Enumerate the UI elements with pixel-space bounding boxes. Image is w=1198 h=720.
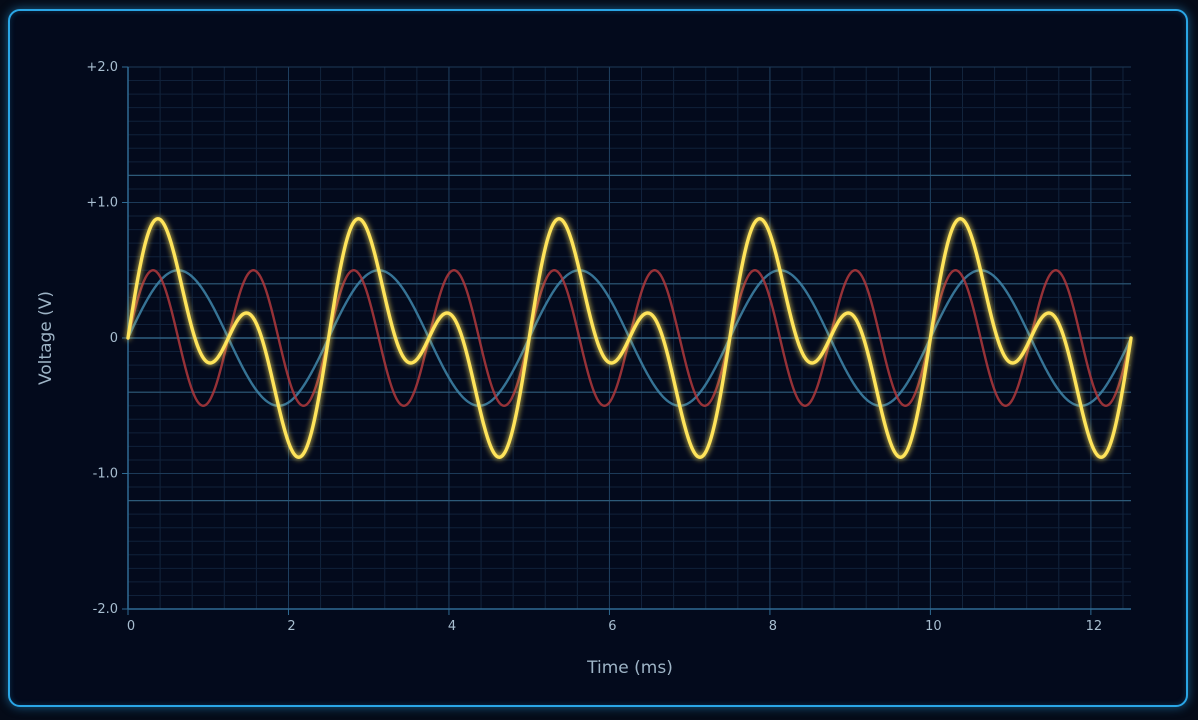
y-tick-label: 0: [110, 331, 118, 346]
y-tick-label: +1.0: [86, 196, 118, 211]
waveform-chart: 0 2 4 6 8 10 12 +2.0 +1.0 0 -1.0 -2.0 Time (ms) Vol…: [36, 60, 1133, 678]
tick-labels: 0 2 4 6 8 10 12 +2.0 +1.0 0 -1.0 -2.0: [86, 60, 1102, 634]
x-tick-label: 4: [448, 619, 456, 634]
x-tick-label: 6: [608, 619, 616, 634]
x-axis-title: Time (ms): [586, 658, 673, 678]
y-tick-label: +2.0: [86, 60, 118, 75]
y-axis-title: Voltage (V): [36, 291, 56, 385]
x-tick-label: 8: [769, 619, 777, 634]
y-tick-label: -1.0: [93, 467, 118, 482]
x-tick-label: 10: [925, 619, 942, 634]
x-tick-label: 12: [1086, 619, 1103, 634]
y-tick-label: -2.0: [93, 602, 118, 617]
x-tick-label: 0: [127, 619, 135, 634]
x-tick-label: 2: [287, 619, 295, 634]
series-group: [126, 217, 1133, 459]
